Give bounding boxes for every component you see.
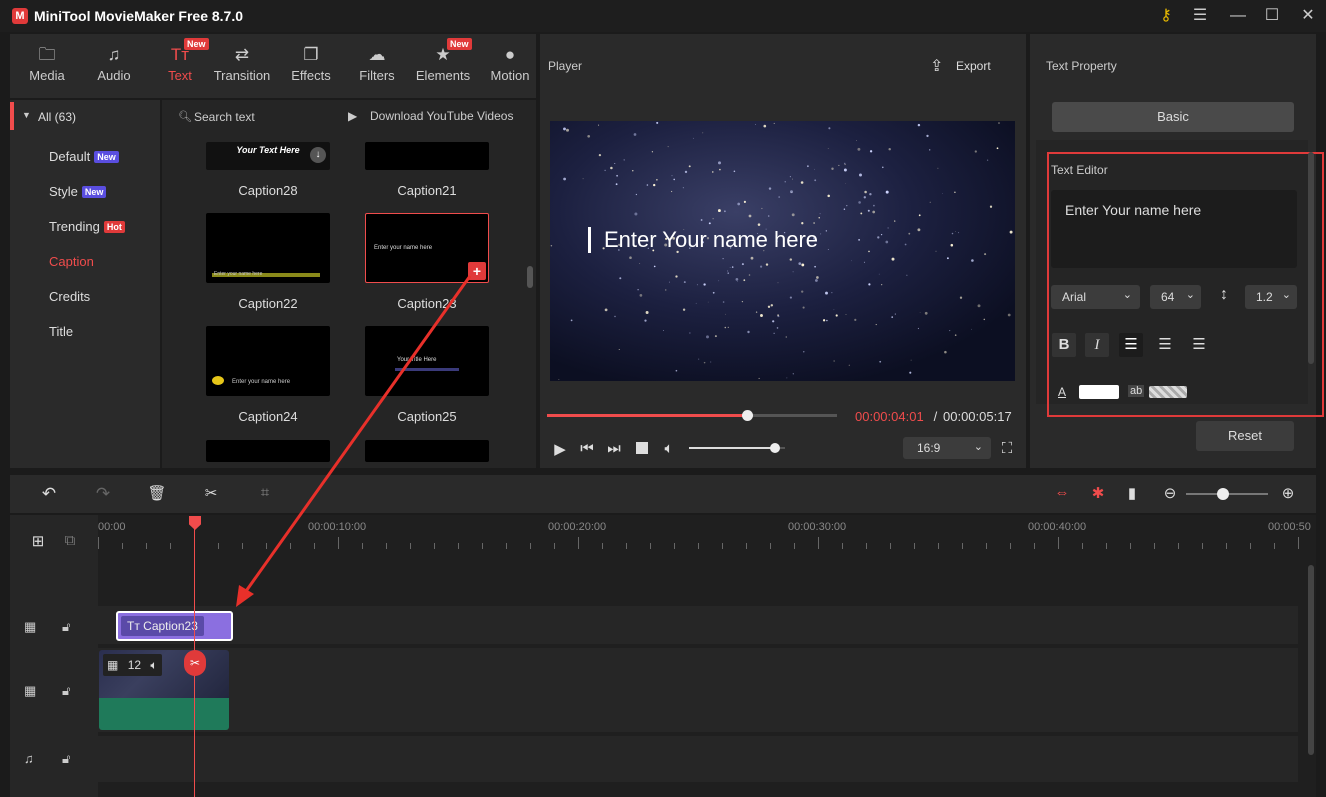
annotation-arrow — [236, 275, 472, 607]
